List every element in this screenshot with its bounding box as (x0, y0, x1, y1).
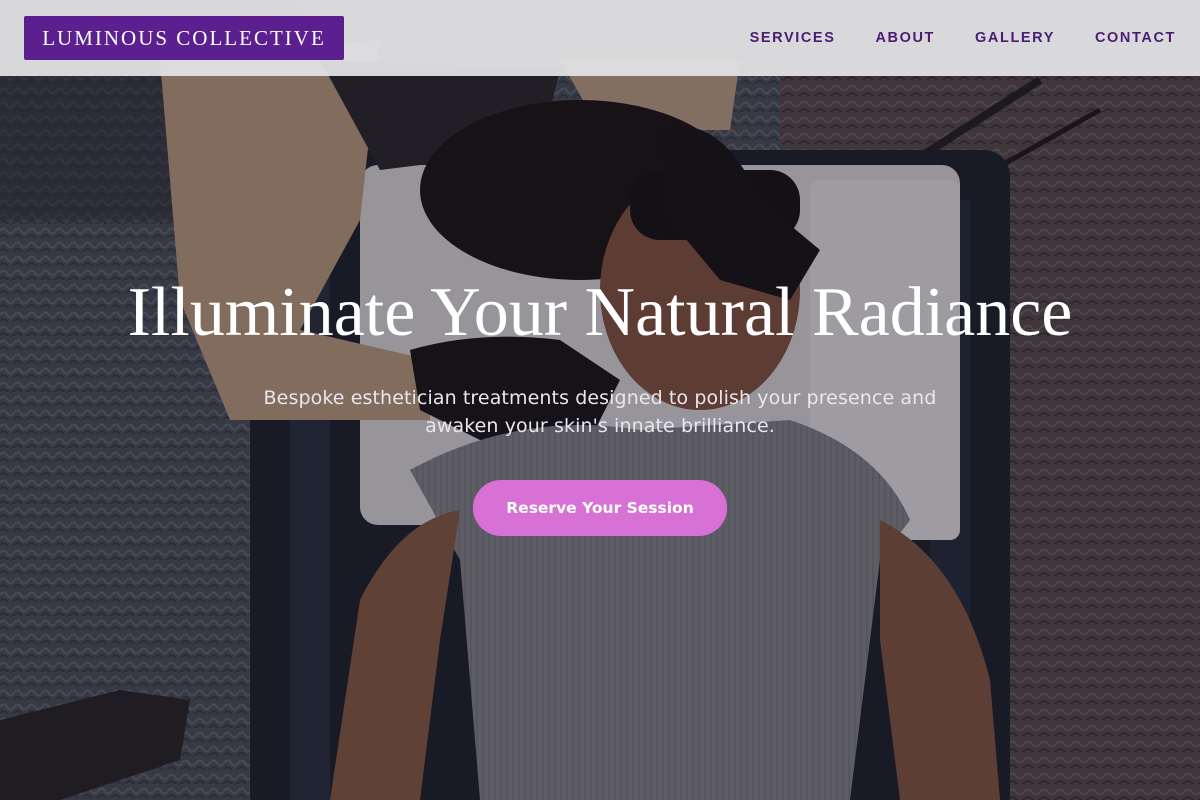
nav-item-contact[interactable]: CONTACT (1095, 30, 1176, 46)
hero-content: Illuminate Your Natural Radiance Bespoke… (0, 268, 1200, 536)
nav-item-about[interactable]: ABOUT (875, 30, 935, 46)
site-header: LUMINOUS COLLECTIVE SERVICES ABOUT GALLE… (0, 0, 1200, 76)
hero-subtitle: Bespoke esthetician treatments designed … (263, 387, 937, 437)
nav-item-services[interactable]: SERVICES (750, 30, 836, 46)
main-nav: SERVICES ABOUT GALLERY CONTACT (750, 30, 1176, 46)
brand-logo[interactable]: LUMINOUS COLLECTIVE (24, 16, 344, 60)
hero-headline: Illuminate Your Natural Radiance (127, 274, 1073, 351)
nav-item-gallery[interactable]: GALLERY (975, 30, 1055, 46)
reserve-session-button[interactable]: Reserve Your Session (473, 480, 727, 536)
